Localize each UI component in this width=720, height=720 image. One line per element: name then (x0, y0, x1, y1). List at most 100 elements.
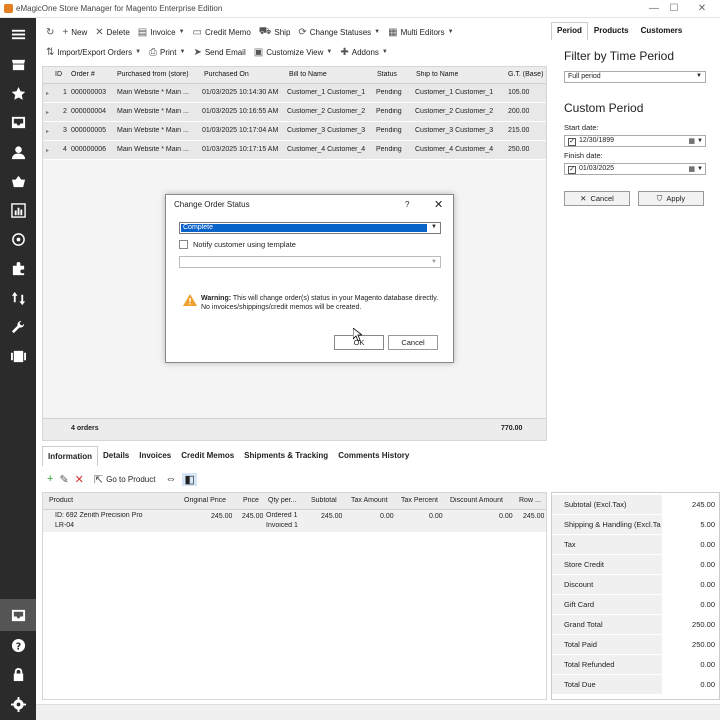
close-window-button[interactable]: ✕ (692, 2, 712, 16)
row-expand-icon[interactable]: ▸ (46, 109, 49, 116)
row-expand-icon[interactable]: ▸ (46, 90, 49, 97)
tab-products[interactable]: Products (588, 22, 635, 40)
notify-customer-checkbox[interactable] (179, 240, 188, 249)
column-header-id[interactable]: ID (55, 71, 62, 78)
dialog-cancel-button[interactable]: Cancel (388, 335, 438, 350)
go-to-product-button[interactable]: ⇱ Go to Product (90, 470, 160, 488)
refresh-button[interactable]: ↻ (42, 23, 58, 41)
film-icon[interactable] (8, 346, 28, 366)
settings-gear-icon[interactable] (8, 694, 28, 714)
period-apply-button[interactable]: ⛉ Apply (638, 191, 704, 206)
table-row[interactable]: ▸ 3 000000005 Main Website * Main ... 01/03/… (43, 122, 546, 141)
invoice-button[interactable]: ▤ Invoice ▼ (134, 23, 189, 41)
svg-text:?: ? (15, 641, 20, 652)
column-header-status[interactable]: Status (377, 71, 397, 78)
tab-credit-memos[interactable]: Credit Memos (176, 446, 239, 466)
tab-information[interactable]: Information (42, 446, 98, 466)
customize-view-button[interactable]: ▣ Customize View ▼ (250, 43, 337, 61)
product-column-header[interactable]: Original Price (184, 497, 226, 504)
edit-icon[interactable]: ✎ (59, 473, 68, 486)
status-select-value: Complete (181, 224, 427, 232)
product-column-header[interactable]: Product (49, 497, 73, 504)
product-column-header[interactable]: Tax Percent (401, 497, 438, 504)
column-header-date[interactable]: Purchased On (204, 71, 249, 78)
transfer-icon[interactable] (8, 288, 28, 308)
column-header-store[interactable]: Purchased from (store) (117, 71, 189, 78)
row-expand-icon[interactable]: ▸ (46, 147, 49, 154)
totals-row: Grand Total 250.00 (552, 615, 719, 635)
tab-period[interactable]: Period (551, 22, 588, 40)
tab-details[interactable]: Details (98, 446, 134, 466)
gt-cell: 105.00 (508, 89, 530, 96)
split-view-icon[interactable]: ◧ (182, 472, 197, 486)
start-date-checkbox[interactable]: ✓ (568, 138, 576, 146)
product-column-header[interactable]: Discount Amount (450, 497, 503, 504)
column-header-bill[interactable]: Bill to Name (289, 71, 327, 78)
period-cancel-button[interactable]: ✕ Cancel (564, 191, 630, 206)
tab-shipments-tracking[interactable]: Shipments & Tracking (239, 446, 333, 466)
wrench-icon[interactable] (8, 317, 28, 337)
dialog-close-button[interactable]: ✕ (434, 198, 443, 211)
period-select[interactable]: Full period ▼ (564, 71, 706, 83)
add-icon[interactable]: + (47, 473, 53, 485)
delete-icon[interactable]: ✕ (75, 473, 84, 486)
lock-icon[interactable] (8, 664, 28, 684)
ship-button[interactable]: ⛟ Ship (255, 23, 295, 41)
finish-date-picker[interactable]: ✓ 01/03/2025 ▦ ▼ (564, 163, 706, 175)
warning-text: This will change order(s) status in your… (201, 295, 439, 311)
new-button[interactable]: + New (58, 23, 91, 41)
openai-icon[interactable] (8, 229, 28, 249)
go-to-icon: ⇱ (93, 473, 104, 486)
product-column-header[interactable]: Subtotal (311, 497, 337, 504)
addons-button[interactable]: ✚ Addons ▼ (336, 43, 391, 61)
filter-title: Filter by Time Period (564, 49, 675, 63)
columns-icon[interactable]: ⇔ (165, 473, 176, 485)
table-row[interactable]: ▸ 4 000000006 Main Website * Main ... 01/03/… (43, 141, 546, 160)
row-expand-icon[interactable]: ▸ (46, 128, 49, 135)
warning-label: Warning: (201, 295, 232, 302)
basket-icon[interactable] (8, 171, 28, 191)
table-row[interactable]: ▸ 1 000000003 Main Website * Main ... 01/03/… (43, 84, 546, 103)
change-statuses-button[interactable]: ⟳ Change Statuses ▼ (294, 23, 384, 41)
maximize-button[interactable]: ☐ (664, 2, 684, 16)
status-select[interactable]: Complete ▼ (179, 222, 441, 234)
tab-invoices[interactable]: Invoices (134, 446, 176, 466)
finish-date-checkbox[interactable]: ✓ (568, 166, 576, 174)
tab-comments-history[interactable]: Comments History (333, 446, 414, 466)
customer-icon[interactable] (8, 142, 28, 162)
chart-icon[interactable] (8, 200, 28, 220)
import-export-orders-button[interactable]: ⇅ Import/Export Orders ▼ (42, 43, 145, 61)
column-header-gt[interactable]: G.T. (Base) (508, 71, 543, 78)
tax-percent-cell: 0.00 (429, 513, 443, 520)
column-header-order[interactable]: Order # (71, 71, 95, 78)
notify-customer-option[interactable]: Notify customer using template (179, 240, 296, 249)
minimize-button[interactable]: — (644, 2, 664, 16)
product-column-header[interactable]: Row ... (519, 497, 541, 504)
original-price-cell: 245.00 (211, 513, 233, 520)
toolbar-label: New (71, 27, 88, 37)
menu-icon[interactable] (8, 24, 28, 44)
send-email-button[interactable]: ➤ Send Email (189, 43, 249, 61)
product-column-header[interactable]: Price (243, 497, 259, 504)
table-row[interactable]: ▸ 2 000000004 Main Website * Main ... 01/03/… (43, 103, 546, 122)
start-date-picker[interactable]: ✓ 12/30/1899 ▦ ▼ (564, 135, 706, 147)
dialog-help-button[interactable]: ? (405, 200, 409, 209)
help-icon[interactable]: ? (8, 635, 28, 655)
store-icon[interactable] (8, 54, 28, 74)
column-header-ship[interactable]: Ship to Name (416, 71, 458, 78)
print-button[interactable]: ⎙ Print ▼ (145, 43, 189, 61)
delete-button[interactable]: ✕ Delete (91, 23, 134, 41)
credit-memo-button[interactable]: ▭ Credit Memo (189, 23, 255, 41)
puzzle-icon[interactable] (8, 258, 28, 278)
inbox-icon[interactable] (8, 112, 28, 132)
multi-editors-button[interactable]: ▦ Multi Editors ▼ (384, 23, 457, 41)
tab-customers[interactable]: Customers (635, 22, 689, 40)
totals-row: Store Credit 0.00 (552, 555, 719, 575)
status-bar (36, 704, 720, 720)
product-column-header[interactable]: Qty per... (268, 497, 296, 504)
table-row[interactable]: ID: 692 Zenith Precision Pro LR-04 245.0… (43, 510, 546, 532)
product-column-header[interactable]: Tax Amount (351, 497, 388, 504)
archive-icon[interactable] (8, 605, 28, 625)
star-icon[interactable] (8, 83, 28, 103)
change-order-status-dialog: Change Order Status ? ✕ Complete ▼ Notif… (165, 194, 454, 363)
